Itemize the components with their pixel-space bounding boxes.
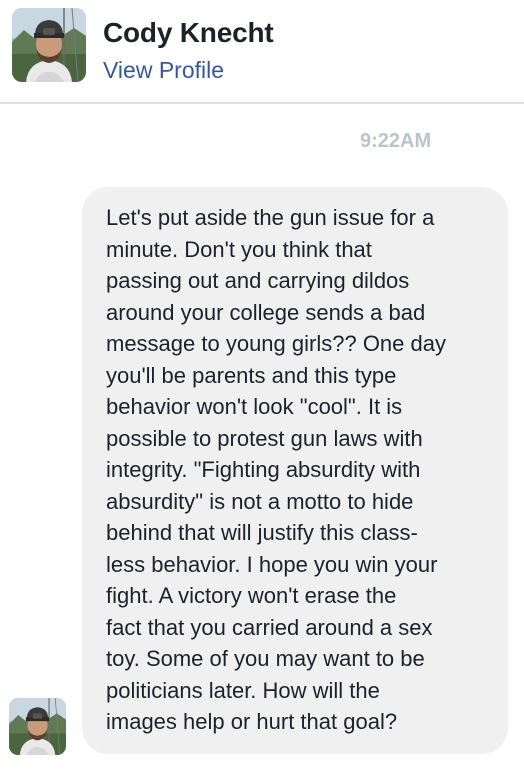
message-line: fight. A victory won't erase the — [106, 583, 397, 608]
conversation-header: Cody Knecht View Profile — [0, 0, 524, 103]
message-line: around your college sends a bad — [106, 299, 426, 325]
message-line: fact that you carried around a sex — [106, 614, 433, 640]
message-line: less behavior. I hope you win your — [106, 551, 438, 577]
message-line: integrity. "Fighting absurdity with — [106, 457, 421, 482]
header-divider — [0, 102, 524, 104]
message-line: message to young girls?? One day — [106, 331, 446, 356]
sender-avatar[interactable] — [9, 698, 66, 755]
message-line: politicians later. How will the — [106, 677, 380, 703]
message-timestamp: 9:22AM — [360, 130, 432, 152]
message-text: Let's put aside the gun issue for a minu… — [106, 202, 494, 738]
message-line: images help or hurt that goal? — [106, 709, 398, 734]
message-line: you'll be parents and this type — [106, 362, 397, 388]
message-line: behavior won't look "cool". It is — [106, 394, 403, 419]
profile-photo-icon — [12, 8, 86, 82]
contact-name[interactable]: Cody Knecht — [103, 17, 274, 49]
message-bubble[interactable]: Let's put aside the gun issue for a minu… — [82, 187, 508, 754]
message-line: toy. Some of you may want to be — [106, 646, 425, 671]
message-line: passing out and carrying dildos — [106, 268, 410, 293]
profile-photo-icon — [9, 698, 66, 755]
messenger-conversation: Cody Knecht View Profile 9:22AM Let's pu… — [0, 0, 524, 772]
view-profile-link[interactable]: View Profile — [103, 57, 224, 84]
message-line: behind that will justify this class- — [106, 520, 418, 545]
message-line: minute. Don't you think that — [106, 236, 372, 262]
profile-avatar[interactable] — [12, 8, 86, 82]
message-line: possible to protest gun laws with — [106, 425, 423, 451]
message-line: absurdity" is not a motto to hide — [106, 488, 414, 514]
message-line: Let's put aside the gun issue for a — [106, 205, 435, 230]
